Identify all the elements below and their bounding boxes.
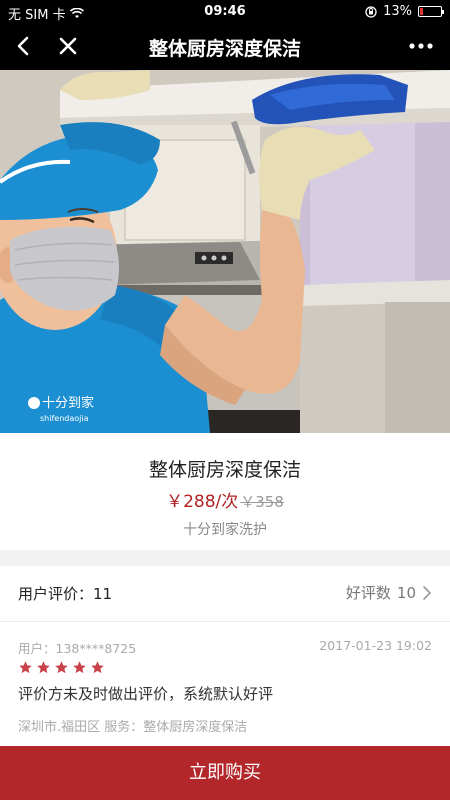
reviews-header[interactable]: 用户评价：11 好评数 10 xyxy=(0,566,450,622)
reviews-count: 11 xyxy=(93,585,113,603)
good-reviews-link[interactable]: 好评数 10 xyxy=(346,582,432,603)
star-icon xyxy=(37,661,50,674)
star-icon xyxy=(55,661,68,674)
status-bar: 无 SIM 卡 09:46 13% xyxy=(0,0,450,24)
original-price: ￥358 xyxy=(240,493,284,511)
product-price: ￥288/次 xyxy=(166,492,239,512)
provider-name: 十分到家洗护 xyxy=(183,522,267,538)
product-title: 整体厨房深度保洁 xyxy=(148,459,301,481)
reviews-section: 用户评价：11 好评数 10 用户：138****8725 2017-01-23… xyxy=(0,566,450,746)
status-right: 13% xyxy=(365,4,444,19)
reviews-label-text: 用户评价： xyxy=(18,585,94,603)
star-icon xyxy=(91,661,104,674)
good-reviews-count: 10 xyxy=(396,583,416,602)
hero-image: 十分到家 shifendaojia xyxy=(0,70,450,433)
review-location: 深圳市.福田区 xyxy=(18,720,101,735)
price-row: ￥288/次 ￥358 xyxy=(0,487,450,512)
more-icon[interactable] xyxy=(406,32,436,60)
battery-icon xyxy=(418,6,444,17)
shirt-logo: 十分到家 xyxy=(42,395,94,411)
review-meta: 深圳市.福田区 服务：整体厨房深度保洁 xyxy=(18,716,247,735)
review-service: 整体厨房深度保洁 xyxy=(143,720,248,735)
chevron-right-icon xyxy=(423,585,431,600)
star-icon xyxy=(73,661,86,674)
product-info: 整体厨房深度保洁 ￥288/次 ￥358 十分到家洗护 xyxy=(0,433,450,550)
battery-percent: 13% xyxy=(383,4,412,19)
buy-now-button[interactable]: 立即购买 xyxy=(0,746,450,800)
nav-bar: 整体厨房深度保洁 xyxy=(0,24,450,70)
review-service-label: 服务： xyxy=(104,720,144,735)
orientation-lock-icon xyxy=(365,5,377,18)
battery-level xyxy=(420,8,423,15)
cleaning-photo: 十分到家 shifendaojia xyxy=(0,70,450,433)
star-icon xyxy=(19,661,32,674)
page-title: 整体厨房深度保洁 xyxy=(148,38,301,60)
close-icon[interactable] xyxy=(54,32,82,60)
review-user: 用户：138****8725 xyxy=(18,641,137,656)
back-icon[interactable] xyxy=(10,32,38,60)
shirt-logo-sub: shifendaojia xyxy=(40,414,89,423)
reviews-count-label: 用户评价：11 xyxy=(18,583,112,604)
good-reviews-label: 好评数 xyxy=(345,584,391,602)
review-date: 2017-01-23 19:02 xyxy=(319,638,432,653)
review-rating xyxy=(18,660,105,675)
review-text: 评价方未及时做出评价，系统默认好评 xyxy=(18,685,274,703)
